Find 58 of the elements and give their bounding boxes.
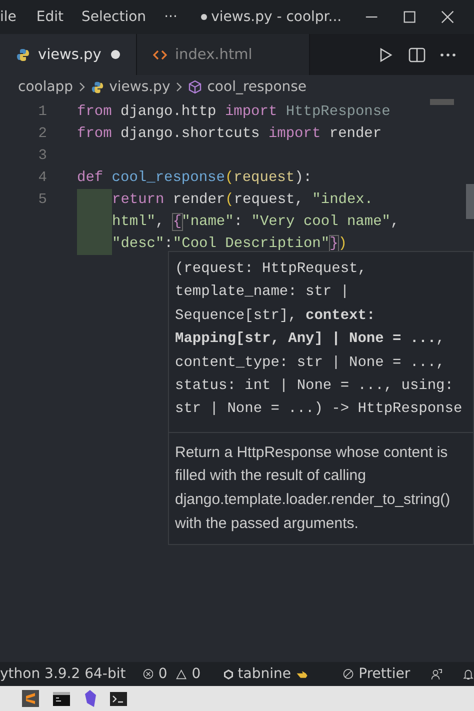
signature-line: status: int | None = ..., using: [175,377,454,396]
menu-item[interactable]: Selection [82,9,146,25]
signature-line: Mapping[str, Any] | None = ..., [175,330,446,350]
line-number: 5 [38,192,47,208]
line-number: 4 [38,170,47,186]
disabled-icon [343,667,354,681]
breadcrumb-item[interactable]: cool_response [207,79,307,95]
signature-line: template_name: str | [175,283,350,302]
tabnine-status[interactable]: tabnine [238,666,291,682]
warning-icon [176,668,187,680]
error-icon [142,667,154,681]
python-icon [91,80,104,94]
line-number: 2 [38,126,47,142]
warning-count[interactable]: 0 [192,666,201,682]
documentation-text: Return a HttpResponse whose content is filled with the result of calling django.template.loader.render_to_string() with the passed arguments. [174,442,452,534]
code-line: def cool_response(request): [77,170,312,186]
editor-tab[interactable]: views.py [0,34,137,75]
app-icon[interactable] [22,690,39,707]
code-line: from django.shortcuts import render [77,126,382,142]
cube-icon [188,80,202,94]
console-icon[interactable] [110,692,127,706]
prettier-status[interactable]: Prettier [358,666,410,682]
hexagon-icon [224,668,233,680]
editor-tab[interactable]: index.html [137,34,310,75]
code-brackets-icon [153,48,167,60]
run-icon[interactable] [378,46,394,62]
code-line: return render(request, "index. [112,192,374,208]
signature-line: (request: HttpRequest, [175,260,368,279]
code-line: "desc":"Cool Description"}) [112,236,347,252]
signature-line: content_type: str | None = ..., [175,354,446,373]
split-editor-icon[interactable] [408,46,426,62]
code-line: from django.http import HttpResponse [77,104,390,120]
terminal-icon[interactable] [53,692,70,706]
python-interpreter[interactable]: ython 3.9.2 64-bit [0,666,126,682]
menu-item[interactable]: ile [0,9,16,25]
minimap [430,99,454,105]
maximize-icon[interactable] [402,9,417,25]
chevron-icon [175,82,184,92]
breadcrumb-item[interactable]: coolapp [18,79,74,95]
signature-line: Sequence[str], context: [175,306,376,326]
python-icon [16,48,30,62]
signature-line: str | None = ...) -> HttpResponse [175,400,464,420]
chevron-icon [78,82,86,92]
unsaved-dot-icon [111,50,120,59]
menu-item[interactable]: Edit [36,9,64,25]
more-icon[interactable] [440,52,456,56]
feedback-person-icon[interactable] [431,666,442,682]
breadcrumb-item[interactable]: views.py [109,79,170,95]
window-title: views.py - coolpr... [211,9,342,25]
line-number: 3 [38,148,47,164]
menu-item[interactable]: ··· [164,9,178,25]
pointing-hand-icon [296,668,308,680]
error-count[interactable]: 0 [158,666,168,682]
line-number: 1 [38,104,47,120]
scrollbar[interactable] [466,184,474,219]
code-line: html", {"name": "Very cool name", [112,214,400,230]
crystal-icon[interactable] [84,690,96,707]
close-icon[interactable] [440,9,456,25]
